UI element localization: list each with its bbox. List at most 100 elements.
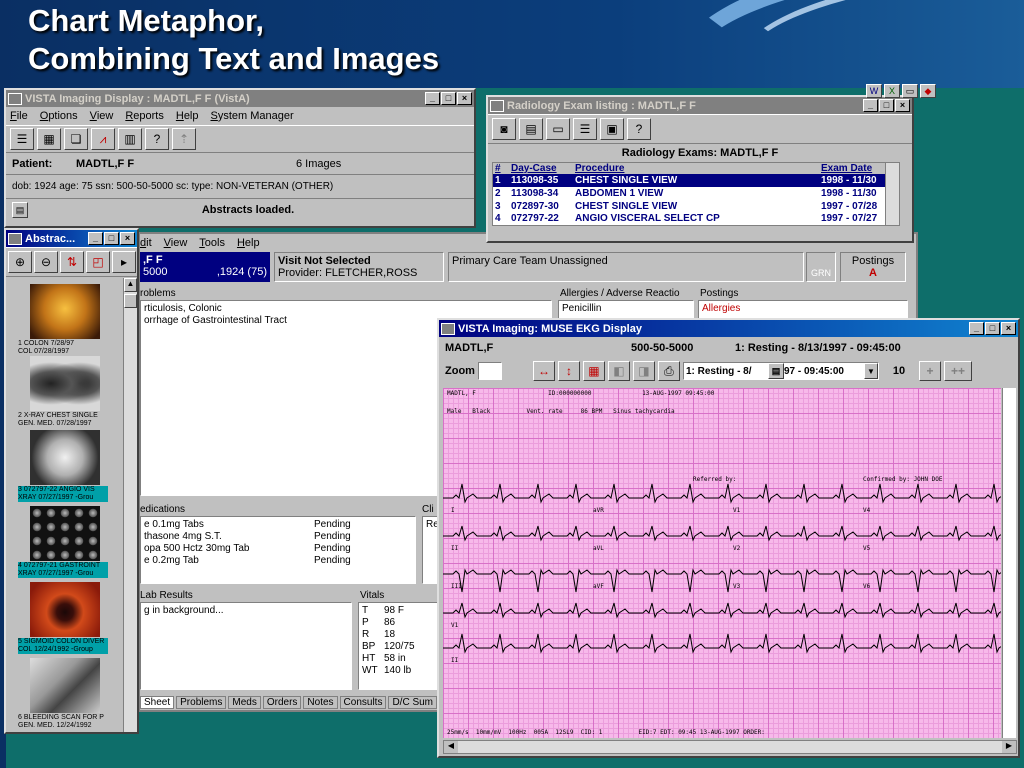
tab-cover-sheet[interactable]: Sheet bbox=[140, 696, 175, 709]
tools-icon[interactable]: ⇅ bbox=[60, 251, 84, 273]
maximize-icon[interactable]: □ bbox=[985, 322, 1000, 335]
dropdown-chevron-icon[interactable]: ▼ bbox=[863, 363, 878, 379]
cprs-menu-help[interactable]: Help bbox=[237, 237, 260, 249]
radiology-titlebar[interactable]: Radiology Exam listing : MADTL,F F _ □ × bbox=[488, 97, 912, 114]
cprs-med-row[interactable]: e 0.2mg Tab Pending bbox=[144, 555, 412, 567]
excel-icon[interactable]: X bbox=[884, 84, 900, 98]
menu-options[interactable]: Options bbox=[40, 110, 78, 122]
table-row[interactable]: 3 072897-30 CHEST SINGLE VIEW 1997 - 07/28 bbox=[493, 200, 899, 213]
abstract-thumb[interactable]: 1 COLON 7/28/97 COL 07/28/1997 bbox=[18, 284, 108, 356]
tab-orders[interactable]: Orders bbox=[262, 696, 302, 709]
curl-icon[interactable]: ◰ bbox=[86, 251, 110, 273]
abstract-thumb[interactable]: 5 SIGMOID COLON DIVER COL 12/24/1992 -Gr… bbox=[18, 582, 108, 654]
report-icon[interactable]: ▤ bbox=[519, 118, 543, 140]
cprs-allergy-item[interactable]: Penicillin bbox=[562, 303, 690, 315]
minimize-icon[interactable]: _ bbox=[425, 92, 440, 105]
menu-help[interactable]: Help bbox=[176, 110, 199, 122]
menu-file[interactable]: File bbox=[10, 110, 28, 122]
cprs-grn-data-button[interactable]: GRN Data bbox=[806, 252, 836, 282]
cprs-postings-list[interactable]: Allergies bbox=[698, 300, 908, 320]
tab-notes[interactable]: Notes bbox=[303, 696, 338, 709]
cprs-menu-edit[interactable]: dit bbox=[140, 237, 152, 249]
minimize-icon[interactable]: _ bbox=[969, 322, 984, 335]
document-icon[interactable]: ☰ bbox=[573, 118, 597, 140]
col-procedure[interactable]: Procedure bbox=[575, 163, 821, 174]
abstract-thumb[interactable]: 3 072797-22 ANGIO VIS XRAY 07/27/1997 -G… bbox=[18, 430, 108, 502]
pointer-icon[interactable]: ⇡ bbox=[172, 128, 196, 150]
cprs-labs-list[interactable]: g in background... bbox=[140, 602, 352, 690]
cprs-med-row[interactable]: opa 500 Hctz 30mg Tab Pending bbox=[144, 543, 412, 555]
cprs-meds-list[interactable]: e 0.1mg Tabs Pending thasone 4mg S.T. Pend… bbox=[140, 516, 416, 584]
abstracts-list[interactable]: 1 COLON 7/28/97 COL 07/28/1997 2 X-RAY C… bbox=[8, 280, 122, 732]
cprs-visit-button[interactable]: Visit Not Selected Provider: FLETCHER,RO… bbox=[274, 252, 444, 282]
menu-system-manager[interactable]: System Manager bbox=[211, 110, 294, 122]
compare-icon[interactable]: ▥ bbox=[118, 128, 142, 150]
tab-dc-summary[interactable]: D/C Sum bbox=[388, 696, 437, 709]
cprs-patient-button[interactable]: ,F F 5000 ,1924 (75) bbox=[140, 252, 270, 282]
scroll-left-icon[interactable]: ◀ bbox=[444, 741, 458, 753]
maximize-icon[interactable]: □ bbox=[441, 92, 456, 105]
abstract-thumb[interactable]: 4 072797-21 GASTROINT XRAY 07/27/1997 -G… bbox=[18, 506, 108, 578]
close-icon[interactable]: × bbox=[120, 232, 135, 245]
scroll-right-icon[interactable]: ▶ bbox=[1002, 741, 1016, 753]
zoom-in-more-button[interactable]: ++ bbox=[943, 361, 972, 381]
zoom-in-button[interactable]: + bbox=[918, 361, 941, 381]
tab-consults[interactable]: Consults bbox=[339, 696, 387, 709]
film-icon[interactable]: ▭ bbox=[546, 118, 570, 140]
word-icon[interactable]: W bbox=[866, 84, 882, 98]
cprs-vitals-list[interactable]: T 98 F P 86 R 18 BP 120/75 HT 58 in WT 140 lb bbox=[358, 602, 438, 690]
next-page-icon[interactable]: ◨ bbox=[632, 361, 655, 381]
list-view-icon[interactable]: ☰ bbox=[10, 128, 34, 150]
documents-icon[interactable]: ❏ bbox=[64, 128, 88, 150]
fit-height-icon[interactable]: ↕ bbox=[557, 361, 580, 381]
maximize-icon[interactable]: □ bbox=[104, 232, 119, 245]
minimize-icon[interactable]: _ bbox=[88, 232, 103, 245]
ekg-tracing[interactable]: MADTL, F ID:000000000 13-AUG-1997 09:45:… bbox=[443, 388, 1001, 738]
cprs-care-team-button[interactable]: Primary Care Team Unassigned bbox=[448, 252, 804, 282]
menu-reports[interactable]: Reports bbox=[125, 110, 164, 122]
col-exam-date[interactable]: Exam Date bbox=[821, 163, 889, 174]
zoom-slider[interactable] bbox=[477, 362, 502, 380]
prev-page-icon[interactable]: ◧ bbox=[607, 361, 630, 381]
abstracts-titlebar[interactable]: Abstrac... _ □ × bbox=[6, 230, 137, 247]
tab-meds[interactable]: Meds bbox=[228, 696, 261, 709]
cprs-menu-tools[interactable]: Tools bbox=[199, 237, 225, 249]
radiology-table[interactable]: # Day-Case Procedure Exam Date 1 113098-3… bbox=[492, 162, 900, 226]
abstracts-scrollbar[interactable]: ▲ bbox=[123, 278, 137, 732]
display-icon[interactable]: ▭ bbox=[902, 84, 918, 98]
grid-view-icon[interactable]: ▦ bbox=[37, 128, 61, 150]
abstract-thumb[interactable]: 6 BLEEDING SCAN FOR P GEN. MED. 12/24/19… bbox=[18, 658, 108, 730]
help-icon[interactable]: ? bbox=[145, 128, 169, 150]
maximize-icon[interactable]: □ bbox=[879, 99, 894, 112]
scroll-thumb[interactable] bbox=[124, 294, 137, 308]
print-icon[interactable]: ⎙ bbox=[657, 361, 680, 381]
table-row[interactable]: 2 113098-34 ABDOMEN 1 VIEW 1998 - 11/30 bbox=[493, 187, 899, 200]
cprs-posting-item[interactable]: Allergies bbox=[702, 303, 904, 315]
cprs-allergies-list[interactable]: Penicillin bbox=[558, 300, 694, 320]
menu-view[interactable]: View bbox=[90, 110, 114, 122]
table-row[interactable]: 4 072797-22 ANGIO VISCERAL SELECT CP 1997 -… bbox=[493, 213, 899, 221]
zoom-out-icon[interactable]: ⊖ bbox=[34, 251, 58, 273]
ekg-horizontal-scrollbar[interactable]: ◀ ▶ bbox=[443, 740, 1017, 754]
scroll-up-icon[interactable]: ▲ bbox=[124, 278, 137, 292]
fit-width-icon[interactable]: ↔ bbox=[532, 361, 555, 381]
close-icon[interactable]: × bbox=[895, 99, 910, 112]
col-number[interactable]: # bbox=[493, 163, 511, 174]
camera-icon[interactable]: ◙ bbox=[492, 118, 516, 140]
window-icon[interactable]: ▣ bbox=[600, 118, 624, 140]
close-icon[interactable]: × bbox=[1001, 322, 1016, 335]
app-tray-icon[interactable]: ◆ bbox=[920, 84, 936, 98]
col-day-case[interactable]: Day-Case bbox=[511, 163, 575, 174]
cprs-med-row[interactable]: e 0.1mg Tabs Pending bbox=[144, 519, 412, 531]
abstract-thumb[interactable]: 2 X-RAY CHEST SINGLE GEN. MED. 07/28/199… bbox=[18, 356, 108, 428]
close-icon[interactable]: × bbox=[457, 92, 472, 105]
minimize-icon[interactable]: _ bbox=[863, 99, 878, 112]
more-icon[interactable]: ▸ bbox=[112, 251, 136, 273]
table-row[interactable]: 1 113098-35 CHEST SINGLE VIEW 1998 - 11/30 bbox=[493, 174, 899, 187]
tab-problems[interactable]: Problems bbox=[176, 696, 227, 709]
status-icon[interactable]: ▤ bbox=[12, 202, 28, 218]
cprs-problem-item[interactable]: rticulosis, Colonic bbox=[144, 303, 548, 315]
study-select[interactable]: 1: Resting - 8/ ▤ 97 - 09:45:00 ▼ bbox=[682, 362, 879, 380]
cprs-med-row[interactable]: thasone 4mg S.T. Pending bbox=[144, 531, 412, 543]
notes-icon[interactable]: ▤ bbox=[767, 363, 784, 379]
